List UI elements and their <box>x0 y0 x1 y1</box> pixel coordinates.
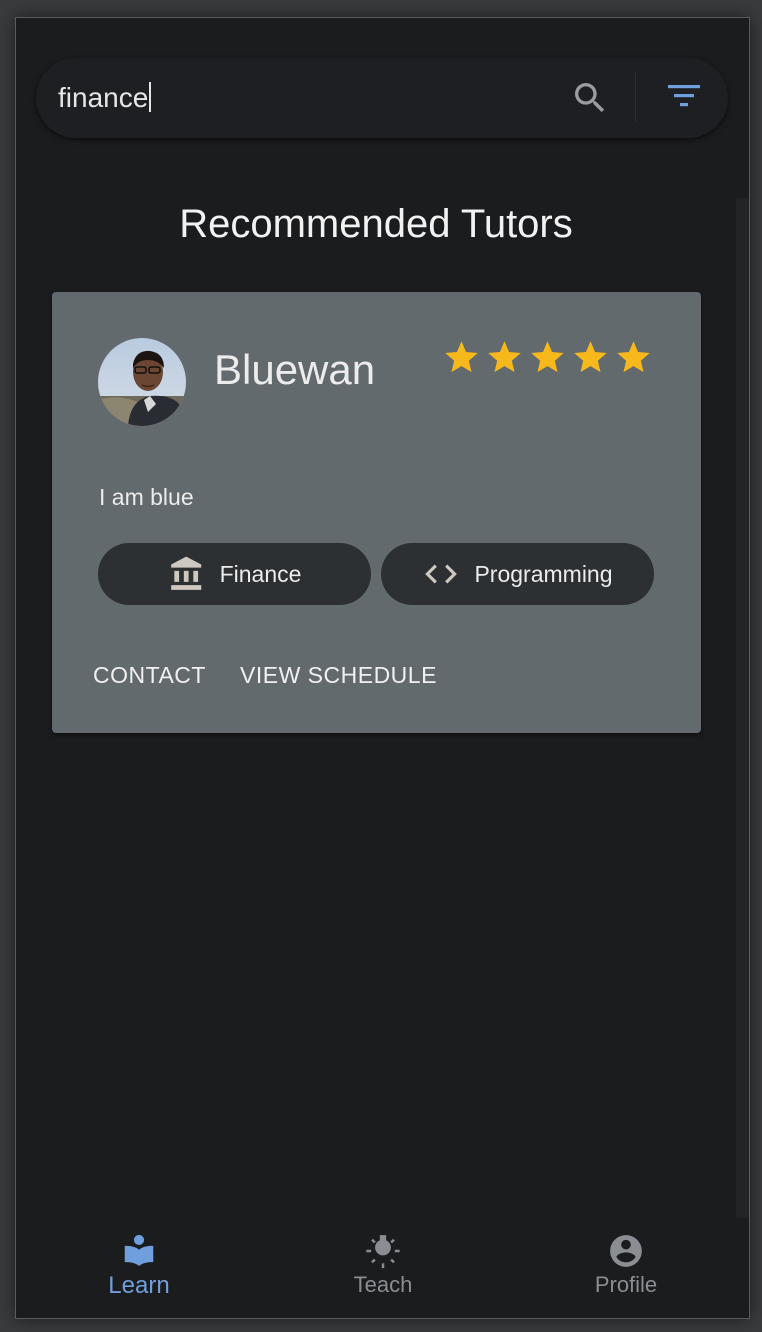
account-circle-icon <box>610 1235 642 1267</box>
tutor-rating <box>442 338 653 377</box>
text-caret <box>149 82 152 112</box>
scrollbar-track[interactable] <box>736 198 749 1218</box>
subject-chip-finance[interactable]: Finance <box>98 543 371 605</box>
view-schedule-button[interactable]: VIEW SCHEDULE <box>240 662 437 689</box>
search-input-value: finance <box>58 82 149 113</box>
star-icon <box>488 341 521 373</box>
filter-icon <box>668 85 700 107</box>
subject-chip-label: Finance <box>219 560 302 587</box>
filter-button[interactable] <box>664 76 704 116</box>
tutor-card: Bluewan I am blue Finance Programming CO… <box>52 292 701 733</box>
bank-icon <box>170 556 201 590</box>
nav-label-teach: Teach <box>353 1272 413 1297</box>
avatar-photo <box>98 338 186 426</box>
star-icon <box>617 341 650 373</box>
star-icon <box>445 341 478 373</box>
star-icon <box>574 341 607 373</box>
search-icon <box>575 83 605 113</box>
nav-item-learn[interactable]: Learn <box>59 1232 219 1300</box>
code-icon <box>425 564 458 584</box>
nav-item-teach[interactable]: Teach <box>303 1232 463 1298</box>
tutor-name: Bluewan <box>214 346 376 393</box>
app-frame: finance Recommended Tutors Bluewan I am … <box>16 18 749 1318</box>
tutor-avatar[interactable] <box>98 338 186 426</box>
nav-label-learn: Learn <box>108 1272 170 1299</box>
lightbulb-icon <box>366 1235 400 1269</box>
search-bar: finance <box>36 58 728 138</box>
nav-label-profile: Profile <box>594 1272 658 1297</box>
star-icon <box>531 341 564 373</box>
subject-chip-programming[interactable]: Programming <box>381 543 654 605</box>
tutor-bio: I am blue <box>99 484 194 510</box>
search-divider <box>635 72 636 122</box>
page-title: Recommended Tutors <box>179 202 573 246</box>
bottom-navigation: Learn Teach Profile <box>16 1218 749 1318</box>
contact-button[interactable]: CONTACT <box>93 662 206 689</box>
search-input[interactable]: finance <box>58 82 152 114</box>
book-reader-icon <box>124 1234 154 1266</box>
subject-chip-label: Programming <box>474 560 613 587</box>
nav-item-profile[interactable]: Profile <box>546 1232 706 1298</box>
search-button[interactable] <box>570 78 610 118</box>
